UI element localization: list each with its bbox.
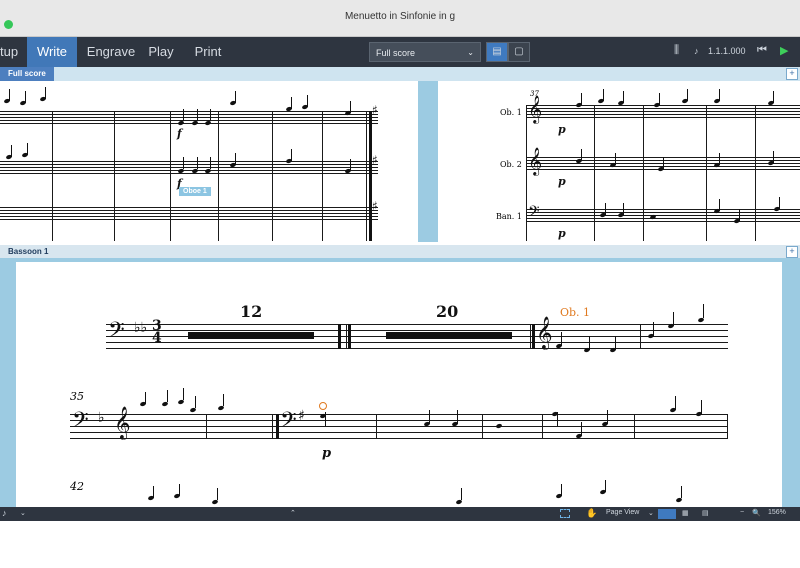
play-icon[interactable]: ▶	[780, 44, 788, 57]
dynamic-marking: f	[177, 127, 182, 140]
key-signature-flats: ♭♭	[134, 320, 148, 336]
view-type-select[interactable]: Page View	[606, 509, 639, 516]
dynamic-marking: p	[322, 446, 332, 461]
cue-marker-icon	[319, 402, 327, 410]
instrument-label: Ob. 1	[500, 108, 522, 117]
multirest-bar	[188, 332, 314, 339]
add-tab-icon[interactable]: +	[786, 246, 798, 258]
instrument-label: Ob. 2	[500, 160, 522, 169]
system-number: 35	[70, 390, 84, 403]
system-number: 42	[70, 480, 84, 493]
tab-full-score[interactable]: Full score	[0, 67, 54, 81]
chevron-down-icon[interactable]: ⌄	[648, 509, 654, 517]
staff-label-oboe-1: Oboe 1	[179, 187, 211, 196]
key-signature-sharp: ♯	[372, 199, 378, 213]
multirest-count: 12	[240, 302, 263, 321]
add-tab-icon[interactable]: +	[786, 68, 798, 80]
mode-setup[interactable]: tup	[0, 37, 24, 67]
chevron-down-icon: ⌄	[467, 48, 474, 57]
treble-clef: 𝄞	[528, 95, 543, 123]
key-signature-flats: ♭	[98, 410, 105, 426]
score-page-right: 37 Ob. 1 Ob. 2 Ban. 1 𝄞 𝄞 𝄢 p p p	[438, 81, 800, 242]
multirest-bar	[386, 332, 512, 339]
mixer-icon[interactable]: ⫼	[674, 44, 679, 57]
cue-label: Ob. 1	[560, 306, 591, 319]
transport-rewind-icon[interactable]: ⏮	[757, 44, 767, 57]
galley-view-button[interactable]: ▤	[486, 42, 508, 62]
collapse-panel-icon[interactable]: ⌃	[290, 509, 296, 517]
mode-print[interactable]: Print	[188, 37, 228, 67]
part-pane-bar: Bassoon 1 +	[0, 245, 800, 258]
page-view-button[interactable]: ▢	[508, 42, 530, 62]
treble-clef: 𝄞	[536, 316, 553, 349]
metronome-icon[interactable]: ♪	[694, 46, 699, 56]
bass-clef: 𝄢	[528, 203, 540, 224]
grid-icon[interactable]: ▤	[702, 509, 709, 517]
key-signature-sharp: ♯	[372, 103, 378, 117]
bass-clef: 𝄢	[72, 408, 89, 438]
layout-select-value: Full score	[376, 48, 416, 58]
zoom-out-icon[interactable]: −	[740, 509, 744, 516]
key-signature-sharp: ♯	[372, 153, 378, 167]
zoom-in-icon[interactable]: 🔍	[752, 509, 761, 517]
treble-clef: 𝄞	[114, 406, 131, 439]
dynamic-marking: p	[558, 227, 566, 240]
dynamic-marking: p	[558, 175, 566, 188]
score-page-left: ♯ ♯ ♯ f f Oboe 1	[0, 81, 418, 242]
part-page: 𝄢 ♭♭ 34 12 20 Ob. 1 𝄞 35 𝄢 ♭ 𝄞 𝄢 ♯ p 42	[16, 262, 782, 507]
title-bar: Menuetto in Sinfonie in g	[0, 0, 800, 37]
instrument-label: Ban. 1	[496, 212, 522, 221]
hand-icon[interactable]: ✋	[586, 508, 597, 519]
note-input-icon[interactable]: ♪	[2, 508, 7, 518]
window-title: Menuetto in Sinfonie in g	[344, 11, 456, 22]
status-bar: ♪ ⌄ ⌃ ✋ Page View ⌄ ▦ ▤ − 🔍 156%	[0, 507, 800, 521]
spreads-icon[interactable]: ▦	[682, 509, 689, 517]
bass-clef: 𝄢	[280, 408, 297, 438]
chevron-down-icon[interactable]: ⌄	[20, 509, 26, 517]
zoom-readout: 156%	[768, 509, 786, 516]
mode-engrave[interactable]: Engrave	[86, 37, 136, 67]
bass-clef: 𝄢	[108, 318, 125, 348]
full-score-pane-bar: Full score +	[0, 67, 800, 81]
key-signature-sharp: ♯	[298, 408, 305, 424]
window-shadow	[0, 521, 800, 568]
time-signature: 34	[152, 318, 162, 346]
mode-write[interactable]: Write	[27, 37, 77, 67]
treble-clef: 𝄞	[528, 147, 543, 175]
mode-play[interactable]: Play	[145, 37, 177, 67]
page-arrangement-button[interactable]	[658, 509, 676, 519]
layout-select[interactable]: Full score ⌄	[369, 42, 481, 62]
dynamic-marking: p	[558, 123, 566, 136]
position-readout: 1.1.1.000	[708, 46, 746, 56]
tab-bassoon-1[interactable]: Bassoon 1	[0, 245, 56, 258]
select-icon[interactable]	[560, 509, 570, 518]
multirest-count: 20	[436, 302, 459, 321]
